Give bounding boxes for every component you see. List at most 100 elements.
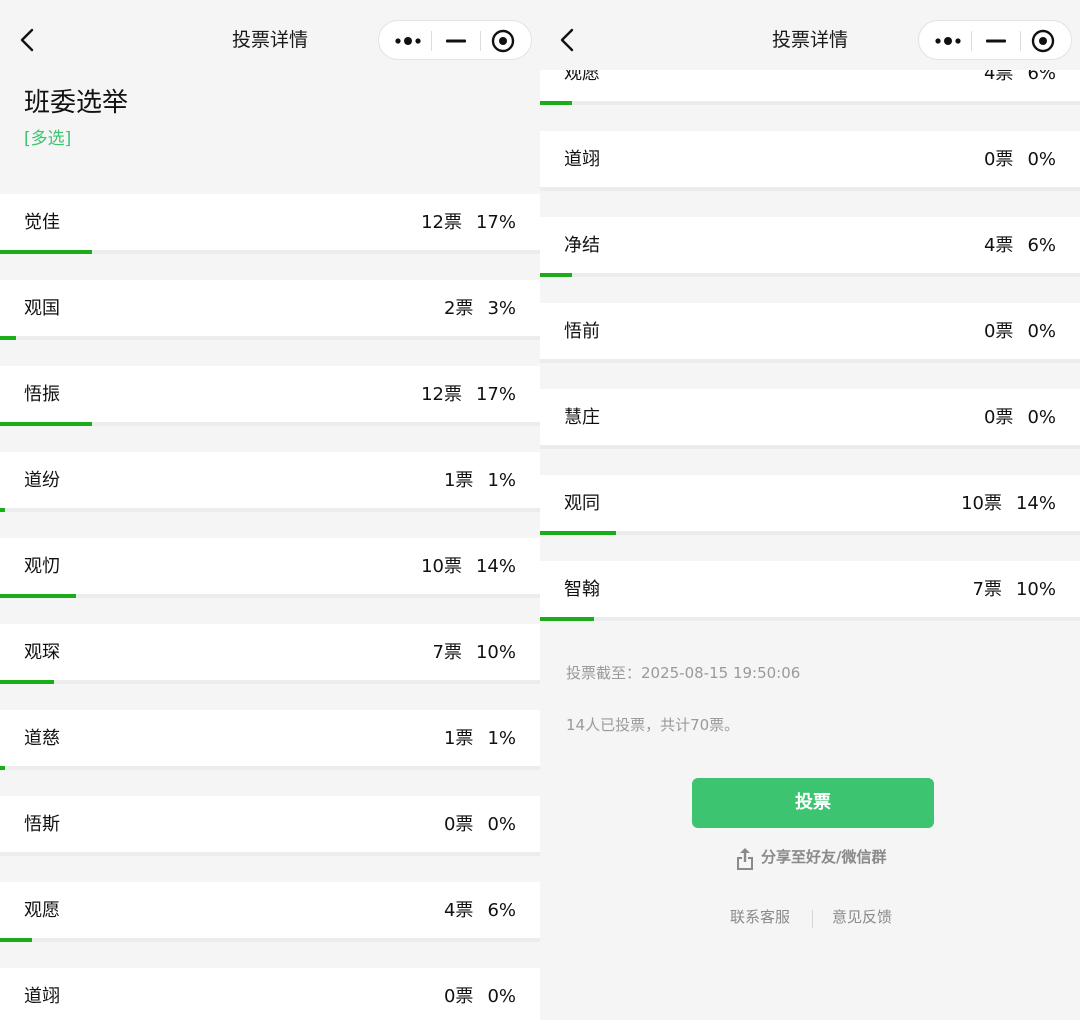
option-item[interactable]: 道慈 1票 1% [0, 710, 540, 770]
option-list: 观愿 4票 6% 道翊 0票 0% 净结 4票 6% 悟前 0票 0% 慧庄 0票 0% 观同 10票 14% 智翰… [540, 45, 1080, 647]
option-item[interactable]: 觉佳 12票 17% [0, 194, 540, 254]
option-item[interactable]: 悟前 0票 0% [540, 303, 1080, 363]
mini-program-capsule [378, 20, 532, 60]
option-row: 觉佳 12票 17% [0, 194, 540, 280]
vote-deadline: 投票截至：2025-08-15 19:50:06 [566, 664, 801, 682]
option-name: 净结 [564, 235, 600, 256]
vote-count: 10票 [421, 556, 462, 577]
option-item[interactable]: 观忉 10票 14% [0, 538, 540, 598]
close-target-icon[interactable] [1031, 29, 1055, 53]
option-stats: 0票 0% [444, 984, 516, 1010]
progress-track [540, 445, 1080, 449]
feedback-link[interactable]: 意见反馈 [832, 906, 892, 928]
contact-support-link[interactable]: 联系客服 [730, 906, 790, 928]
footer-divider [812, 910, 813, 928]
option-item[interactable]: 道翊 0票 0% [0, 968, 540, 1020]
option-name: 觉佳 [24, 212, 60, 233]
vote-percent: 3% [487, 298, 516, 319]
left-screen: 投票详情 班委选举 [多选] 觉佳 12票 17% 观国 2票 3% 悟振 12票 17% 道纷 1… [0, 0, 540, 1020]
option-stats: 0票 0% [984, 319, 1056, 345]
mini-program-capsule [918, 20, 1072, 60]
vote-summary: 14人已投票，共计70票。 [566, 716, 740, 734]
vote-count: 7票 [972, 579, 1002, 600]
progress-fill [0, 336, 17, 340]
vote-count: 0票 [443, 814, 474, 835]
option-stats: 7票 10% [433, 640, 516, 666]
option-row: 观同 10票 14% [540, 475, 1080, 561]
progress-fill [0, 938, 33, 942]
option-item[interactable]: 道纷 1票 1% [0, 452, 540, 512]
option-name: 观愿 [24, 900, 60, 921]
option-item[interactable]: 观琛 7票 10% [0, 624, 540, 684]
progress-track [0, 336, 540, 340]
vote-count: 12票 [421, 212, 462, 233]
vote-count: 2票 [443, 298, 474, 319]
option-name: 道翊 [24, 986, 60, 1007]
option-row: 观国 2票 3% [0, 280, 540, 366]
progress-track [0, 938, 540, 942]
vote-percent: 0% [1027, 149, 1056, 170]
vote-percent: 0% [487, 986, 516, 1007]
vote-count: 4票 [983, 235, 1014, 256]
option-stats: 10票 14% [421, 554, 516, 580]
option-item[interactable]: 净结 4票 6% [540, 217, 1080, 277]
option-item[interactable]: 观国 2票 3% [0, 280, 540, 340]
more-dots-icon[interactable] [393, 31, 423, 51]
option-row: 智翰 7票 10% [540, 561, 1080, 647]
progress-track [540, 101, 1080, 105]
vote-count: 4票 [443, 900, 474, 921]
vote-button[interactable]: 投票 [692, 778, 934, 828]
option-item[interactable]: 道翊 0票 0% [540, 131, 1080, 191]
nav-bar: 投票详情 [540, 0, 1080, 70]
progress-fill [0, 422, 92, 426]
vote-count: 0票 [983, 149, 1014, 170]
close-target-icon[interactable] [491, 29, 515, 53]
option-stats: 10票 14% [961, 491, 1056, 517]
vote-count: 1票 [443, 470, 474, 491]
capsule-divider [1020, 31, 1021, 51]
vote-percent: 6% [1027, 235, 1056, 256]
progress-track [0, 250, 540, 254]
option-name: 观同 [564, 493, 600, 514]
option-name: 观忉 [24, 556, 60, 577]
progress-fill [0, 680, 54, 684]
option-name: 观国 [24, 298, 60, 319]
option-item[interactable]: 慧庄 0票 0% [540, 389, 1080, 449]
vote-percent: 1% [487, 470, 516, 491]
progress-track [0, 594, 540, 598]
option-stats: 12票 17% [421, 210, 516, 236]
option-stats: 4票 6% [984, 233, 1056, 259]
progress-track [0, 680, 540, 684]
option-stats: 1票 1% [444, 468, 516, 494]
vote-percent: 17% [475, 384, 516, 405]
option-row: 道翊 0票 0% [540, 131, 1080, 217]
option-item[interactable]: 智翰 7票 10% [540, 561, 1080, 621]
option-name: 悟振 [24, 384, 60, 405]
option-row: 悟斯 0票 0% [0, 796, 540, 882]
vote-percent: 10% [475, 642, 516, 663]
option-name: 观琛 [24, 642, 60, 663]
option-name: 慧庄 [564, 407, 600, 428]
minimize-icon[interactable] [445, 31, 467, 51]
option-item[interactable]: 悟振 12票 17% [0, 366, 540, 426]
option-name: 道纷 [24, 470, 60, 491]
option-item[interactable]: 观愿 4票 6% [0, 882, 540, 942]
option-item[interactable]: 观同 10票 14% [540, 475, 1080, 535]
progress-track [0, 422, 540, 426]
progress-track [0, 766, 540, 770]
progress-track [0, 852, 540, 856]
progress-fill [0, 766, 6, 770]
progress-track [540, 531, 1080, 535]
minimize-icon[interactable] [985, 31, 1007, 51]
share-label: 分享至好友/微信群 [761, 848, 887, 866]
progress-track [540, 187, 1080, 191]
option-stats: 0票 0% [984, 147, 1056, 173]
option-name: 道翊 [564, 149, 600, 170]
capsule-divider [431, 31, 432, 51]
poll-type-label: [多选] [24, 129, 72, 149]
vote-percent: 6% [487, 900, 516, 921]
share-icon [737, 848, 753, 870]
more-dots-icon[interactable] [933, 31, 963, 51]
vote-percent: 14% [475, 556, 516, 577]
option-item[interactable]: 悟斯 0票 0% [0, 796, 540, 856]
